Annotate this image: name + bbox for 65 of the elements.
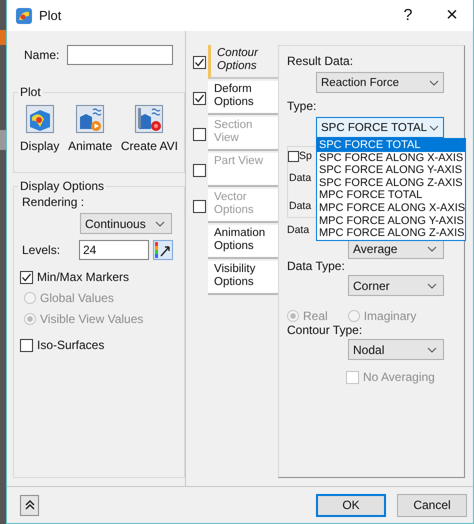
contour-part-icon — [26, 105, 54, 133]
app-icon — [15, 6, 33, 24]
name-field[interactable] — [67, 45, 174, 65]
double-chevron-up-icon — [24, 499, 34, 511]
chevron-icon — [155, 220, 165, 226]
window-title: Plot — [39, 8, 62, 23]
levels-label: Levels: — [22, 243, 62, 257]
type-dropdown[interactable]: SPC FORCE TOTAL — [316, 117, 444, 138]
tab[interactable]: Animation Options — [208, 225, 278, 259]
data-label: Data — [287, 224, 310, 236]
checkbox-label: No Averaging — [363, 370, 435, 384]
record-part-icon — [135, 105, 164, 133]
type-label: Type: — [287, 99, 316, 113]
ok-button[interactable]: OK — [316, 494, 386, 516]
checkbox-label: Min/Max Markers — [37, 270, 130, 284]
collapse-button[interactable] — [20, 494, 39, 516]
plot-tool-button[interactable]: Create AVI — [120, 105, 178, 153]
close-button[interactable]: × — [437, 4, 467, 27]
dropdown-option[interactable]: MPC FORCE ALONG X-AXIS — [317, 202, 465, 215]
rendering-label: Rendering : — [22, 195, 84, 209]
plot-tool-button[interactable]: Animate — [68, 105, 112, 153]
cancel-button[interactable]: Cancel — [397, 494, 467, 516]
tab[interactable]: Contour Options — [208, 45, 278, 79]
data-type-dropdown[interactable]: Corner — [348, 275, 444, 296]
chevron-icon — [429, 124, 439, 130]
dropdown-option[interactable]: MPC FORCE TOTAL — [317, 189, 465, 202]
dropdown-option[interactable]: SPC FORCE TOTAL — [317, 139, 465, 152]
result-data-label: Result Data: — [287, 54, 354, 68]
contour-type-label: Contour Type: — [287, 323, 362, 337]
radio-label: Global Values — [40, 291, 114, 305]
radio-label: Visible View Values — [40, 312, 144, 326]
chevron-icon — [427, 346, 437, 352]
help-button[interactable]: ? — [393, 6, 423, 24]
chevron-icon — [427, 282, 437, 288]
tab[interactable]: Deform Options — [208, 81, 278, 115]
levels-field[interactable]: 24 — [79, 240, 149, 260]
dropdown-option[interactable]: SPC FORCE ALONG Y-AXIS — [317, 164, 465, 177]
color-scale-button[interactable] — [153, 240, 173, 260]
rendering-dropdown[interactable]: Continuous — [80, 213, 172, 234]
checkbox[interactable] — [20, 270, 33, 284]
name-label: Name: — [24, 48, 60, 62]
chevron-icon — [429, 80, 439, 86]
dropdown-option[interactable]: SPC FORCE ALONG Z-AXIS — [317, 176, 465, 190]
contour-type-dropdown[interactable]: Nodal — [348, 339, 444, 360]
data-label: Data — [289, 172, 312, 184]
checkbox-label: Iso-Surfaces — [37, 338, 104, 352]
radio-label: Imaginary — [364, 309, 416, 323]
data-label: Data — [289, 200, 312, 212]
checkbox[interactable] — [288, 150, 299, 162]
radio-label: Real — [303, 309, 328, 323]
tab-checkbox[interactable] — [193, 56, 206, 68]
group-title: Plot — [19, 85, 42, 99]
data-type-label: Data Type: — [287, 259, 345, 273]
dropdown-option[interactable]: MPC FORCE ALONG Y-AXIS — [317, 214, 465, 228]
plot-tool-button[interactable]: Display — [20, 105, 60, 153]
group-title: Display Options — [19, 179, 106, 193]
tab-checkbox[interactable] — [193, 92, 206, 104]
checkbox[interactable] — [20, 338, 33, 352]
dropdown-option[interactable]: MPC FORCE ALONG Z-AXIS — [317, 227, 465, 240]
result-data-dropdown[interactable]: Reaction Force — [316, 72, 444, 93]
tab[interactable]: Visibility Options — [208, 261, 278, 295]
checkbox-label: Sp — [299, 150, 312, 162]
chevron-icon — [427, 246, 437, 252]
dropdown-option[interactable]: SPC FORCE ALONG X-AXIS — [317, 152, 465, 164]
animate-part-icon — [76, 105, 104, 133]
